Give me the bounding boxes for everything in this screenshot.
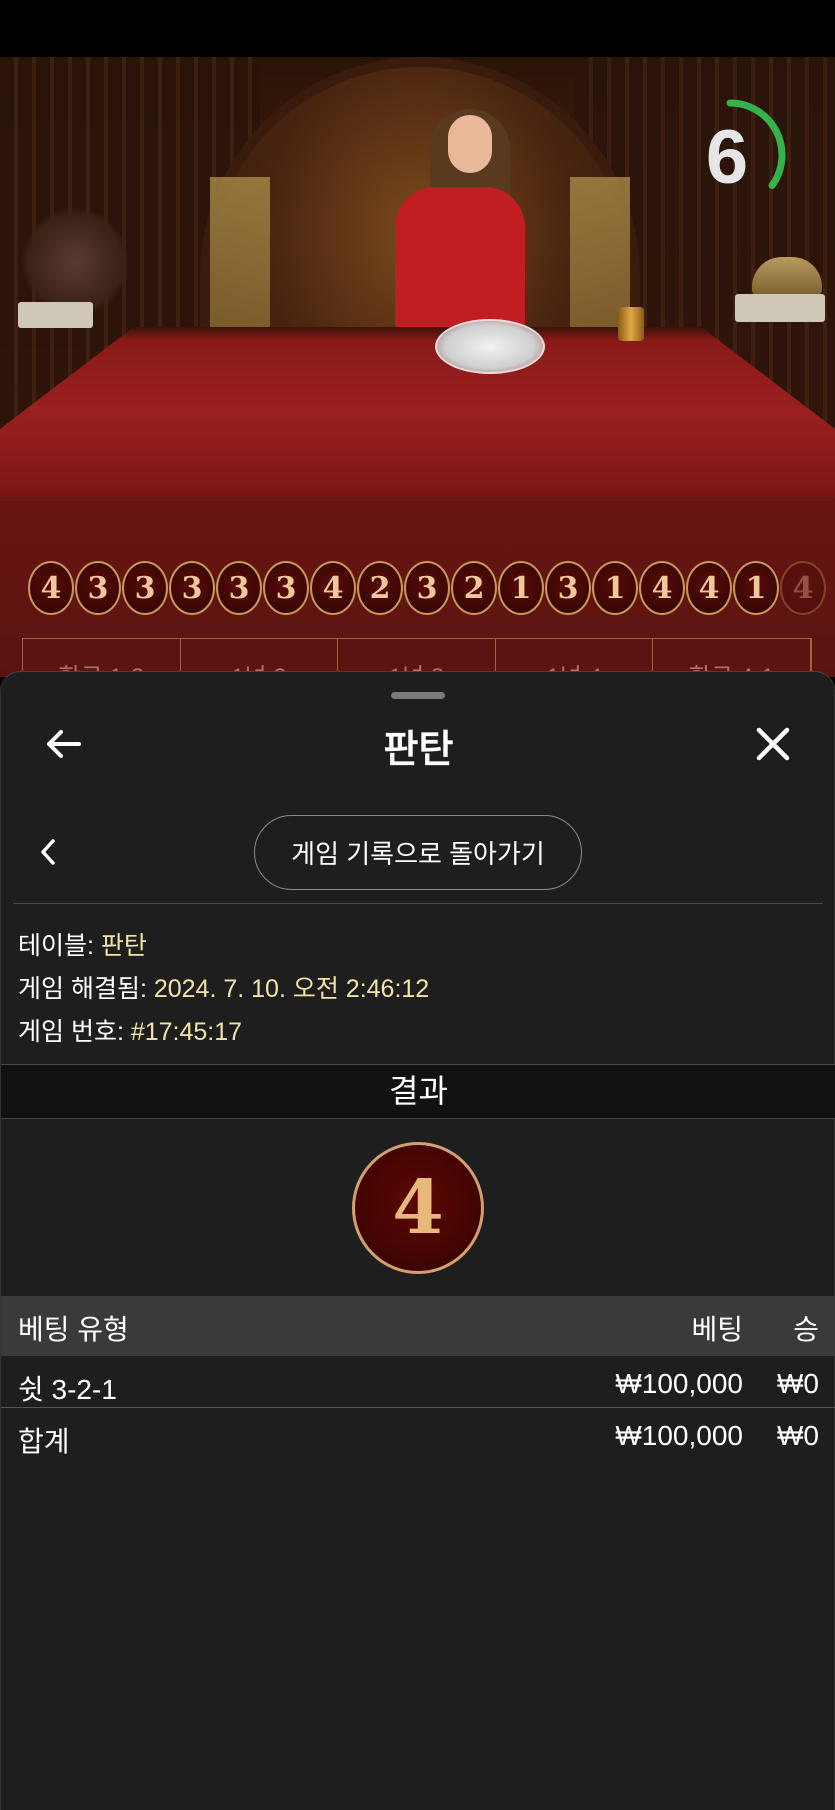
history-ball: 3 xyxy=(122,561,168,615)
history-ball: 1 xyxy=(733,561,779,615)
result-header: 결과 xyxy=(1,1064,835,1119)
row-bet-amount: ₩100,000 xyxy=(615,1368,743,1399)
result-ball: 4 xyxy=(352,1142,484,1274)
dealer-face xyxy=(448,115,492,173)
game-number-info: 게임 번호: #17:45:17 xyxy=(18,1012,242,1048)
total-label: 합계 xyxy=(18,1426,70,1457)
history-ball: 4 xyxy=(310,561,356,615)
history-ball: 1 xyxy=(498,561,544,615)
history-ball: 3 xyxy=(545,561,591,615)
history-ball: 4 xyxy=(686,561,732,615)
golden-cup xyxy=(618,307,644,341)
resolved-info: 게임 해결됨: 2024. 7. 10. 오전 2:46:12 xyxy=(18,969,429,1005)
bonsai-plant xyxy=(20,207,130,317)
sheet-drag-handle[interactable] xyxy=(391,692,445,699)
bonsai-pot xyxy=(18,302,93,328)
table-label: 테이블: xyxy=(18,932,101,960)
result-history-strip: 43333342321314414 xyxy=(28,561,827,617)
history-ball: 3 xyxy=(169,561,215,615)
history-ball: 3 xyxy=(404,561,450,615)
table-value: 판탄 xyxy=(100,932,147,960)
header-bet-type: 베팅 유형 xyxy=(18,1314,129,1345)
resolved-value: 2024. 7. 10. 오전 2:46:12 xyxy=(153,975,430,1003)
countdown-timer: 6 xyxy=(700,90,800,210)
game-number-value: #17:45:17 xyxy=(130,1018,243,1046)
sheet-title: 판탄 xyxy=(383,729,454,771)
total-win: ₩0 xyxy=(777,1420,819,1451)
header-win: 승 xyxy=(793,1314,819,1345)
resolved-label: 게임 해결됨: xyxy=(18,975,154,1003)
table-row: 쉿 3-2-1 ₩100,000 ₩0 xyxy=(1,1356,835,1408)
history-ball: 4 xyxy=(780,561,826,615)
back-to-history-button[interactable]: 게임 기록으로 돌아가기 xyxy=(254,815,582,890)
history-ball: 4 xyxy=(28,561,74,615)
close-icon[interactable] xyxy=(751,722,795,766)
history-ball: 2 xyxy=(357,561,403,615)
history-ball: 3 xyxy=(263,561,309,615)
header-bet: 베팅 xyxy=(691,1314,743,1345)
history-ball: 3 xyxy=(216,561,262,615)
total-bet: ₩100,000 xyxy=(615,1420,743,1451)
row-bet-type: 쉿 3-2-1 xyxy=(18,1374,117,1405)
history-ball: 1 xyxy=(592,561,638,615)
bet-table-header: 베팅 유형 베팅 승 xyxy=(1,1296,835,1356)
history-ball: 4 xyxy=(639,561,685,615)
history-ball: 3 xyxy=(75,561,121,615)
history-ball: 2 xyxy=(451,561,497,615)
game-detail-sheet: 판탄 게임 기록으로 돌아가기 테이블: 판탄 게임 해결됨: 2024. 7.… xyxy=(0,671,835,1810)
dealer-body xyxy=(395,187,525,337)
timer-value: 6 xyxy=(705,115,749,200)
status-bar xyxy=(0,0,835,57)
total-row: 합계 ₩100,000 ₩0 xyxy=(1,1408,835,1460)
divider xyxy=(13,903,823,904)
chevron-left-icon[interactable] xyxy=(31,835,65,869)
game-number-label: 게임 번호: xyxy=(18,1018,131,1046)
table-info: 테이블: 판탄 xyxy=(18,926,147,962)
bead-bowl xyxy=(435,319,545,374)
dragon-statue-base xyxy=(735,294,825,322)
gaming-table xyxy=(0,327,835,497)
row-win-amount: ₩0 xyxy=(777,1368,819,1399)
